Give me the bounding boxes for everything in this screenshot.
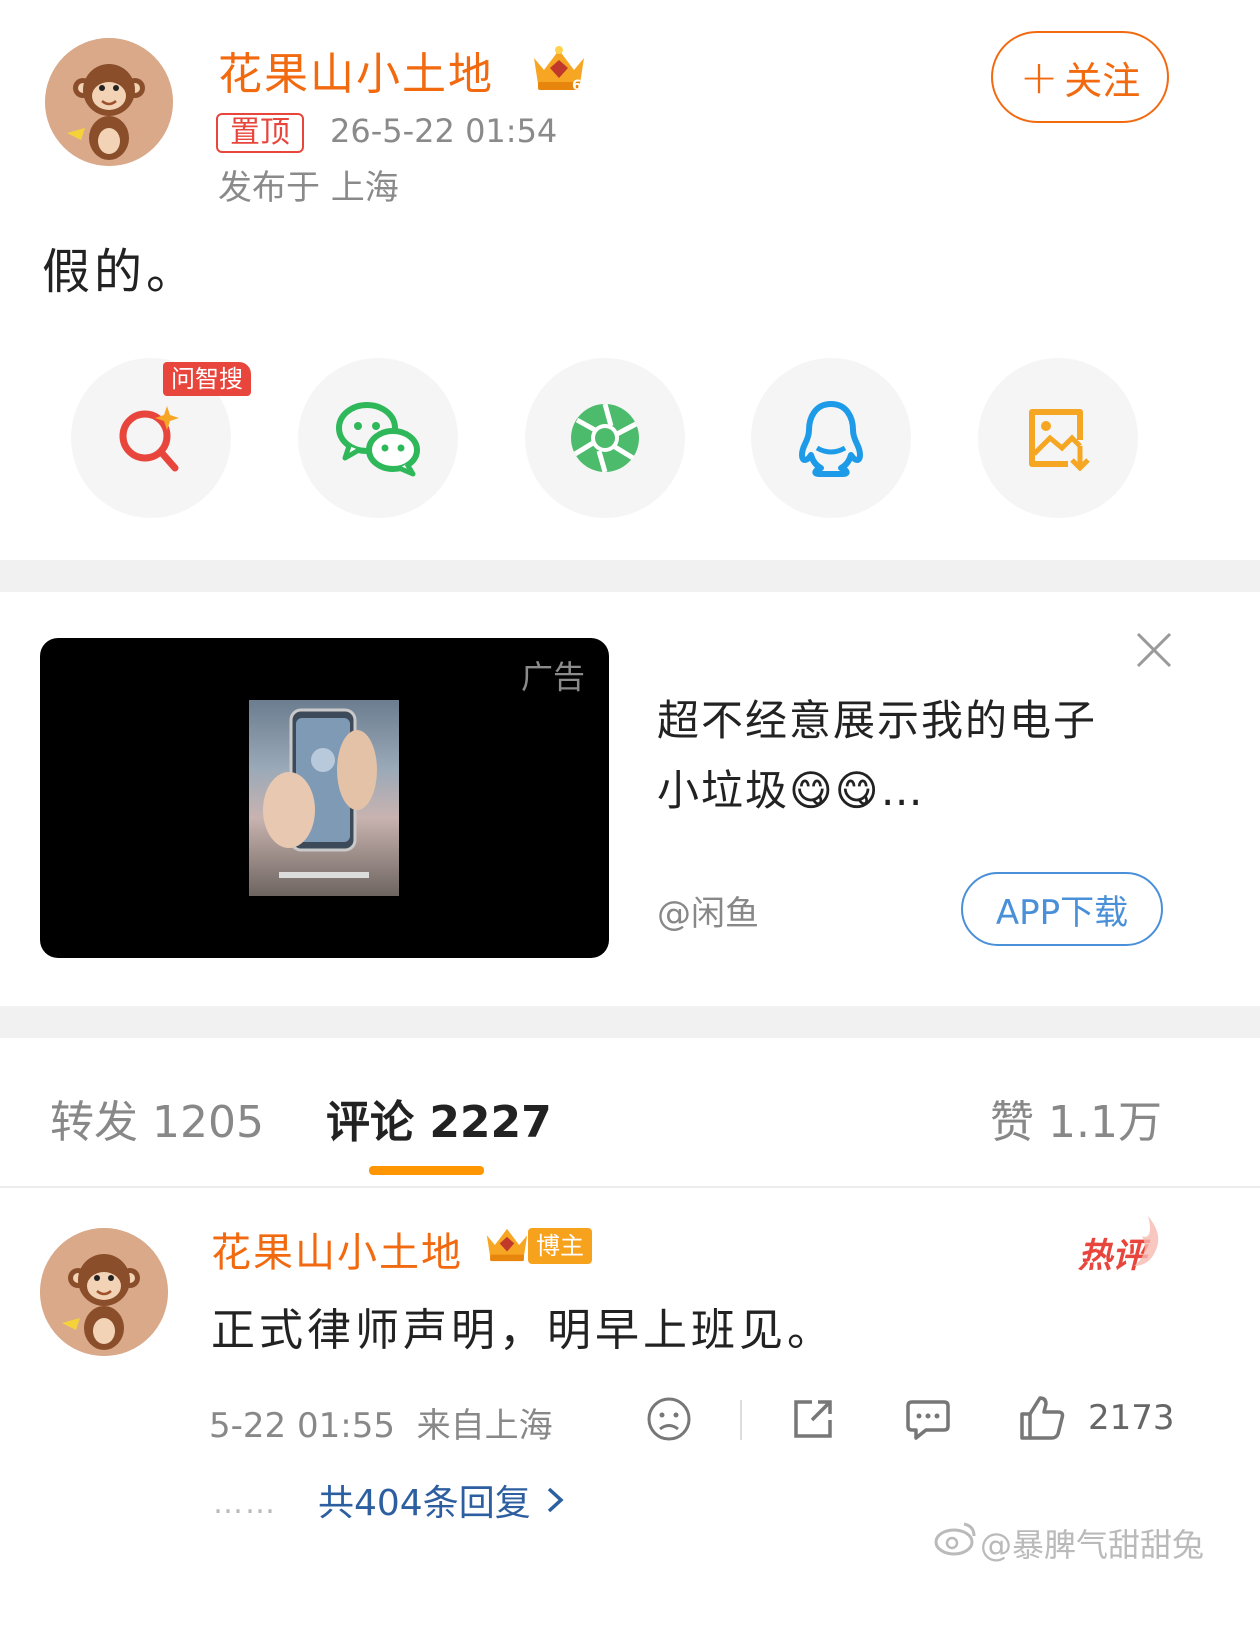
app-download-button[interactable]: APP下载 [961, 872, 1163, 946]
dislike-icon[interactable] [646, 1396, 692, 1442]
replies-dots: …… [213, 1486, 277, 1521]
like-count: 2173 [1088, 1398, 1175, 1438]
ad-label: 广告 [520, 658, 585, 696]
active-tab-indicator [369, 1166, 484, 1175]
ad-title-line2[interactable]: 小垃圾😋😋… [657, 756, 925, 826]
plus-icon: + [1019, 50, 1059, 104]
ad-close-icon[interactable] [1134, 630, 1174, 670]
watermark: @暴脾气甜甜兔 [980, 1526, 1205, 1564]
svg-text:6: 6 [572, 78, 582, 94]
view-replies-link[interactable]: 共404条回复 [318, 1474, 565, 1526]
comment-body: 正式律师声明，明早上班见。 [211, 1305, 835, 1356]
tab-likes[interactable]: 赞 1.1万 [990, 1086, 1162, 1150]
follow-button[interactable]: + 关注 [991, 31, 1169, 123]
post-body: 假的。 [42, 244, 199, 300]
pinned-badge: 置顶 [216, 113, 304, 153]
replies-label: 共404条回复 [318, 1483, 531, 1524]
qq-penguin-icon [799, 401, 863, 477]
share-save-image-button[interactable] [978, 358, 1138, 518]
host-badge: 博主 [528, 1228, 592, 1264]
author-name[interactable]: 花果山小土地 [218, 38, 494, 102]
tab-comments[interactable]: 评论 2227 [326, 1086, 552, 1150]
share-moments-button[interactable] [525, 358, 685, 518]
tabs-divider [0, 1186, 1260, 1188]
ai-search-tag: 问智搜 [163, 362, 251, 396]
wechat-icon [336, 402, 420, 477]
comment-meta: 5-22 01:55 来自上海 [209, 1406, 553, 1446]
chevron-right-icon [547, 1487, 564, 1513]
save-image-icon [1029, 409, 1090, 472]
moments-aperture-icon [571, 403, 639, 473]
ad-video[interactable]: 广告 [40, 638, 609, 958]
section-separator-2 [0, 1006, 1260, 1038]
weibo-logo-icon [934, 1520, 978, 1556]
like-thumb-icon[interactable] [1018, 1394, 1066, 1442]
reply-icon[interactable] [904, 1396, 952, 1442]
flame-icon [1128, 1214, 1164, 1268]
commenter-name[interactable]: 花果山小土地 [211, 1220, 463, 1278]
share-qq-button[interactable] [751, 358, 911, 518]
monkey-avatar-icon [45, 38, 173, 166]
action-divider [740, 1400, 742, 1440]
commenter-avatar[interactable] [40, 1228, 168, 1356]
post-location: 发布于 上海 [218, 168, 399, 208]
follow-label: 关注 [1064, 58, 1141, 103]
ad-video-thumbnail [249, 700, 399, 896]
share-wechat-button[interactable] [298, 358, 458, 518]
search-sparkle-icon [119, 406, 179, 472]
ad-source: @闲鱼 [657, 894, 759, 934]
vip-crown-icon: 6 [528, 44, 590, 96]
author-avatar[interactable] [45, 38, 173, 166]
monkey-avatar-icon [40, 1228, 168, 1356]
ad-title-line1[interactable]: 超不经意展示我的电子 [657, 686, 1097, 756]
commenter-crown-icon [482, 1224, 532, 1266]
phone-in-hand-image [263, 708, 377, 878]
share-icon[interactable] [790, 1396, 836, 1442]
tab-repost[interactable]: 转发 1205 [50, 1086, 264, 1150]
post-time: 26-5-22 01:54 [330, 112, 558, 150]
section-separator [0, 560, 1260, 592]
